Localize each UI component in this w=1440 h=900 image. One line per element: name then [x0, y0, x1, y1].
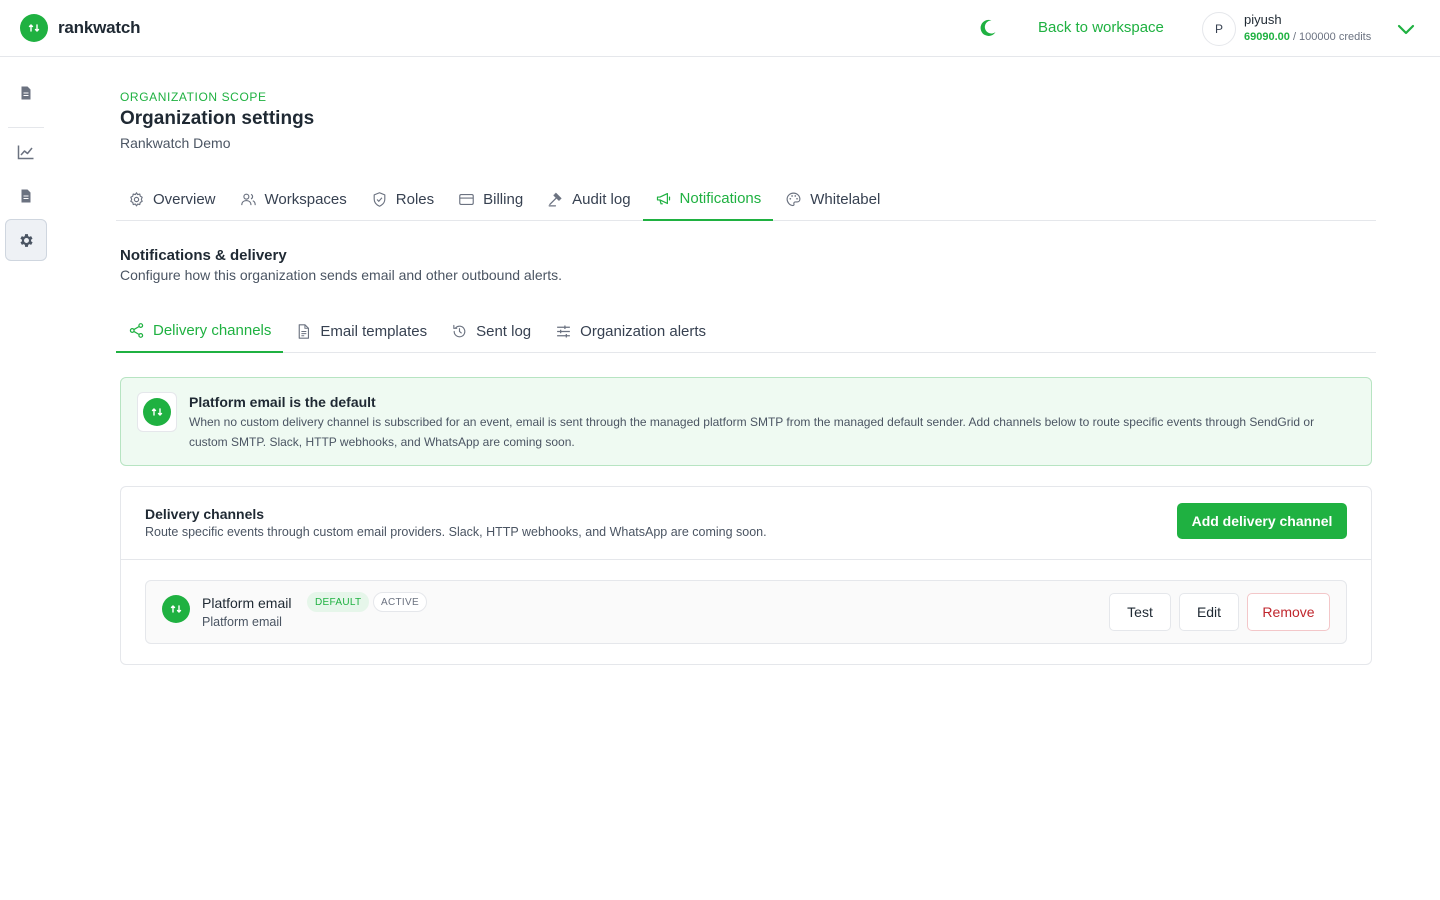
document-icon — [21, 86, 31, 100]
notification-subtabs: Delivery channels Email templates Sent l… — [116, 310, 1376, 353]
tab-label: Billing — [483, 190, 524, 208]
palette-icon — [786, 192, 801, 206]
gear-icon — [130, 191, 143, 206]
section-description: Configure how this organization sends em… — [120, 267, 563, 283]
organization-name: Rankwatch Demo — [120, 135, 231, 151]
moon-icon[interactable] — [978, 18, 998, 38]
tab-delivery-channels[interactable]: Delivery channels — [116, 310, 284, 353]
document-icon — [21, 189, 31, 203]
credits-used: 69090.00 — [1244, 31, 1290, 43]
add-delivery-channel-button[interactable]: Add delivery channel — [1177, 503, 1347, 539]
sidebar-divider — [8, 127, 44, 128]
shield-icon — [373, 191, 386, 207]
tab-label: Organization alerts — [580, 322, 707, 340]
default-platform-notice: Platform email is the default When no cu… — [120, 377, 1372, 466]
card-description: Route specific events through custom ema… — [145, 525, 767, 539]
tab-sent-log[interactable]: Sent log — [439, 310, 543, 352]
avatar[interactable]: P — [1202, 12, 1236, 46]
scope-label: ORGANIZATION SCOPE — [120, 90, 267, 104]
chevron-down-icon[interactable] — [1396, 19, 1416, 39]
sidebar-item-documents[interactable] — [5, 72, 47, 114]
logo-icon — [20, 14, 48, 42]
tab-overview[interactable]: Overview — [116, 178, 228, 220]
delivery-channels-card: Delivery channels Route specific events … — [120, 486, 1372, 665]
tab-label: Notifications — [679, 190, 762, 207]
tab-audit-log[interactable]: Audit log — [535, 178, 642, 220]
tab-label: Email templates — [320, 322, 428, 340]
top-bar: rankwatch Back to workspace P piyush 690… — [0, 0, 1440, 57]
megaphone-icon — [656, 192, 670, 205]
notice-text: When no custom delivery channel is subsc… — [189, 415, 1315, 449]
credits-total: / 100000 credits — [1289, 31, 1372, 43]
tab-label: Roles — [395, 190, 435, 208]
sidebar-item-settings[interactable] — [5, 219, 47, 261]
channel-type: Platform email — [202, 615, 282, 629]
notice-logo — [137, 392, 177, 432]
channel-row: Platform email DEFAULT ACTIVE Platform e… — [145, 580, 1347, 644]
tab-roles[interactable]: Roles — [359, 178, 446, 220]
notice-title: Platform email is the default — [189, 394, 376, 410]
chart-line-icon — [17, 145, 34, 160]
credits-readout: 69090.00 / 100000 credits — [1244, 31, 1371, 43]
section-title: Notifications & delivery — [120, 247, 287, 264]
default-badge: DEFAULT — [307, 592, 370, 612]
tab-notifications[interactable]: Notifications — [642, 178, 774, 221]
tab-label: Sent log — [476, 322, 532, 340]
tab-label: Delivery channels — [153, 322, 272, 339]
share-icon — [129, 323, 144, 338]
brand[interactable]: rankwatch — [20, 14, 140, 42]
sliders-icon — [557, 324, 571, 338]
sidebar-item-reports[interactable] — [5, 175, 47, 217]
tab-whitelabel[interactable]: Whitelabel — [773, 178, 892, 220]
edit-button[interactable]: Edit — [1179, 593, 1239, 631]
settings-tabs: Overview Workspaces Roles Billing Audit … — [116, 178, 1376, 221]
card-header: Delivery channels Route specific events … — [121, 487, 1371, 560]
gear-icon — [19, 233, 33, 247]
test-button[interactable]: Test — [1109, 593, 1171, 631]
file-icon — [299, 323, 310, 339]
page-title: Organization settings — [120, 108, 315, 129]
tab-label: Workspaces — [264, 190, 347, 208]
tab-billing[interactable]: Billing — [446, 178, 535, 220]
card-icon — [459, 193, 474, 205]
logo-icon — [162, 595, 190, 623]
user-name: piyush — [1244, 12, 1282, 27]
back-to-workspace-link[interactable]: Back to workspace — [1038, 19, 1164, 36]
tab-label: Whitelabel — [810, 190, 881, 208]
users-icon — [240, 193, 256, 205]
tab-workspaces[interactable]: Workspaces — [228, 178, 359, 220]
tab-label: Overview — [153, 190, 216, 208]
gavel-icon — [548, 192, 562, 206]
sidebar — [0, 57, 52, 900]
channel-name: Platform email — [202, 595, 292, 611]
remove-button[interactable]: Remove — [1247, 593, 1330, 631]
logo-icon — [143, 398, 171, 426]
tab-organization-alerts[interactable]: Organization alerts — [543, 310, 718, 352]
tab-email-templates[interactable]: Email templates — [283, 310, 439, 352]
history-icon — [453, 324, 466, 337]
sidebar-item-analytics[interactable] — [5, 131, 47, 173]
status-badge: ACTIVE — [373, 592, 427, 612]
brand-name: rankwatch — [58, 18, 141, 37]
tab-label: Audit log — [572, 190, 631, 208]
card-title: Delivery channels — [145, 506, 265, 522]
